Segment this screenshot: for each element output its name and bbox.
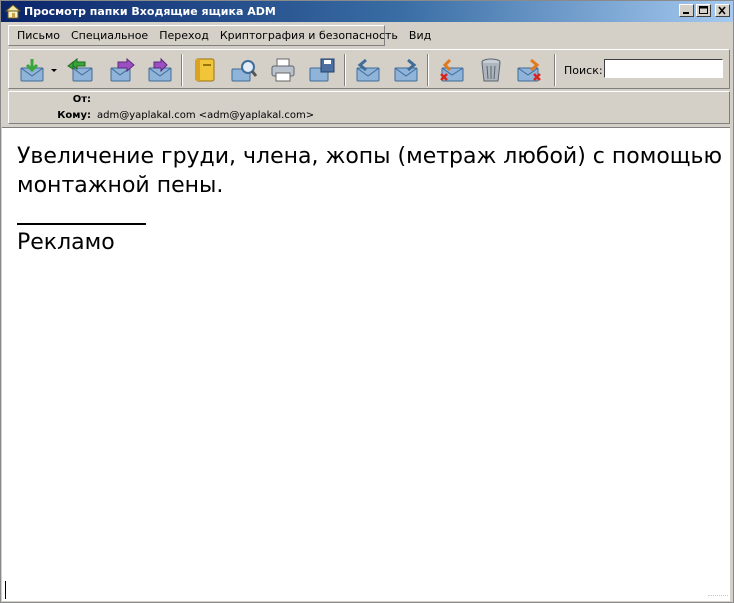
save-icon[interactable] bbox=[308, 56, 336, 84]
print-icon[interactable] bbox=[269, 56, 297, 84]
trash-icon[interactable] bbox=[477, 56, 505, 84]
search-label: Поиск: bbox=[564, 64, 603, 77]
toolbar: Поиск: bbox=[8, 49, 730, 89]
menu-special[interactable]: Специальное bbox=[71, 29, 148, 42]
delete-message-icon[interactable] bbox=[438, 56, 466, 84]
message-headers: От: Кому: adm@yaplakal.com <adm@yaplakal… bbox=[8, 91, 730, 124]
toolbar-separator bbox=[427, 54, 429, 86]
window-title: Просмотр папки Входящие ящика ADM bbox=[24, 5, 276, 18]
toolbar-separator bbox=[181, 54, 183, 86]
search-input[interactable] bbox=[604, 59, 723, 78]
find-message-icon[interactable] bbox=[230, 56, 258, 84]
next-message-icon[interactable] bbox=[392, 56, 420, 84]
minimize-icon bbox=[683, 12, 689, 14]
signature-divider bbox=[17, 223, 146, 225]
menu-view[interactable]: Вид bbox=[409, 29, 431, 42]
toolbar-separator bbox=[344, 54, 346, 86]
address-book-icon[interactable] bbox=[191, 56, 219, 84]
from-label: От: bbox=[72, 94, 91, 105]
message-body[interactable]: Увеличение груди, члена, жопы (метраж лю… bbox=[2, 127, 730, 601]
redirect-icon[interactable] bbox=[146, 56, 174, 84]
message-line: монтажной пены. bbox=[17, 173, 224, 198]
to-value[interactable]: adm@yaplakal.com <adm@yaplakal.com> bbox=[97, 110, 314, 121]
mark-spam-icon[interactable] bbox=[515, 56, 543, 84]
reply-all-icon[interactable] bbox=[67, 56, 95, 84]
close-icon bbox=[718, 6, 726, 15]
maximize-icon bbox=[699, 6, 708, 14]
toolbar-separator bbox=[554, 54, 556, 86]
menu-crypto[interactable]: Криптография и безопасность bbox=[220, 29, 398, 42]
minimize-button[interactable] bbox=[679, 4, 694, 17]
message-line: Увеличение груди, члена, жопы (метраж лю… bbox=[17, 144, 722, 169]
dropdown-arrow-icon[interactable] bbox=[49, 56, 59, 84]
window-controls bbox=[679, 4, 730, 19]
previous-message-icon[interactable] bbox=[354, 56, 382, 84]
menu-message[interactable]: Письмо bbox=[17, 29, 60, 42]
title-bar[interactable]: Просмотр папки Входящие ящика ADM bbox=[1, 1, 733, 22]
get-mail-icon[interactable] bbox=[18, 56, 46, 84]
resize-grip[interactable] bbox=[708, 595, 728, 599]
message-signature: Рекламо bbox=[17, 230, 115, 255]
folder-house-icon bbox=[5, 4, 21, 19]
message-text: Увеличение груди, члена, жопы (метраж лю… bbox=[17, 142, 722, 257]
menu-go[interactable]: Переход bbox=[159, 29, 209, 42]
menu-bar: Письмо Специальное Переход Криптография … bbox=[8, 25, 431, 46]
to-label: Кому: bbox=[57, 110, 91, 121]
scroll-indicator bbox=[5, 581, 6, 599]
message-window: Просмотр папки Входящие ящика ADM Письмо… bbox=[0, 0, 734, 603]
forward-icon[interactable] bbox=[108, 56, 136, 84]
maximize-button[interactable] bbox=[696, 4, 711, 17]
close-button[interactable] bbox=[715, 4, 730, 17]
